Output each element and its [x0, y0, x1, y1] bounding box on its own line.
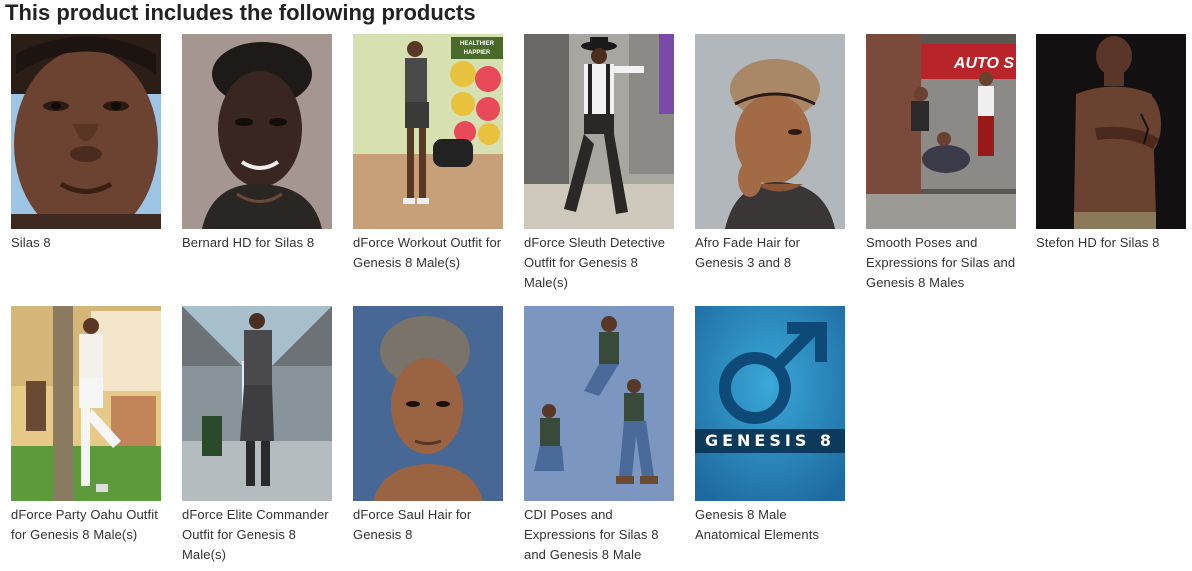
product-name[interactable]: dForce Party Oahu Outfit for Genesis 8 M… — [11, 505, 161, 545]
shop-sign-text: AUTO S — [953, 55, 1014, 72]
product-name[interactable]: Genesis 8 Male Anatomical Elements — [695, 505, 845, 545]
product-name[interactable]: Bernard HD for Silas 8 — [182, 233, 332, 253]
product-card-bernard-hd[interactable]: Bernard HD for Silas 8 — [182, 34, 332, 253]
product-name[interactable]: dForce Elite Commander Outfit for Genesi… — [182, 505, 332, 565]
product-card-afro-fade-hair[interactable]: Afro Fade Hair for Genesis 3 and 8 — [695, 34, 845, 273]
product-card-dforce-workout-outfit[interactable]: HEALTHIER HAPPIER dForce Workout Outfit … — [353, 34, 503, 273]
product-name[interactable]: dForce Saul Hair for Genesis 8 — [353, 505, 503, 545]
product-name[interactable]: dForce Workout Outfit for Genesis 8 Male… — [353, 233, 503, 273]
product-name[interactable]: Afro Fade Hair for Genesis 3 and 8 — [695, 233, 845, 273]
product-thumbnail[interactable] — [182, 34, 332, 229]
product-thumbnail[interactable] — [524, 34, 674, 229]
poster-line-2: HAPPIER — [464, 50, 491, 56]
product-thumbnail[interactable] — [524, 306, 674, 501]
product-name[interactable]: Smooth Poses and Expressions for Silas a… — [866, 233, 1016, 293]
product-thumbnail[interactable]: AUTO S — [866, 34, 1016, 229]
product-thumbnail[interactable] — [353, 306, 503, 501]
genesis-8-logo-text: GENESIS 8 — [695, 429, 845, 453]
product-card-genesis-8-male-anatomical[interactable]: GENESIS 8 Genesis 8 Male Anatomical Elem… — [695, 306, 845, 545]
product-card-dforce-elite-commander[interactable]: dForce Elite Commander Outfit for Genesi… — [182, 306, 332, 565]
product-name[interactable]: dForce Sleuth Detective Outfit for Genes… — [524, 233, 674, 293]
product-name[interactable]: CDI Poses and Expressions for Silas 8 an… — [524, 505, 674, 565]
product-card-dforce-party-oahu[interactable]: dForce Party Oahu Outfit for Genesis 8 M… — [11, 306, 161, 545]
product-name[interactable]: Stefon HD for Silas 8 — [1036, 233, 1186, 253]
product-card-silas-8[interactable]: Silas 8 — [11, 34, 161, 253]
section-heading: This product includes the following prod… — [5, 0, 476, 25]
product-card-dforce-saul-hair[interactable]: dForce Saul Hair for Genesis 8 — [353, 306, 503, 545]
product-thumbnail[interactable] — [11, 34, 161, 229]
product-card-cdi-poses[interactable]: CDI Poses and Expressions for Silas 8 an… — [524, 306, 674, 565]
product-thumbnail[interactable] — [695, 34, 845, 229]
product-thumbnail[interactable]: GENESIS 8 — [695, 306, 845, 501]
product-thumbnail[interactable]: HEALTHIER HAPPIER — [353, 34, 503, 229]
product-thumbnail[interactable] — [1036, 34, 1186, 229]
product-card-smooth-poses[interactable]: AUTO S Smooth Poses and Expressions for … — [866, 34, 1016, 293]
product-card-dforce-sleuth[interactable]: dForce Sleuth Detective Outfit for Genes… — [524, 34, 674, 293]
product-card-stefon-hd[interactable]: Stefon HD for Silas 8 — [1036, 34, 1186, 253]
poster-line-1: HEALTHIER — [460, 41, 495, 47]
product-thumbnail[interactable] — [11, 306, 161, 501]
product-thumbnail[interactable] — [182, 306, 332, 501]
product-name[interactable]: Silas 8 — [11, 233, 161, 253]
